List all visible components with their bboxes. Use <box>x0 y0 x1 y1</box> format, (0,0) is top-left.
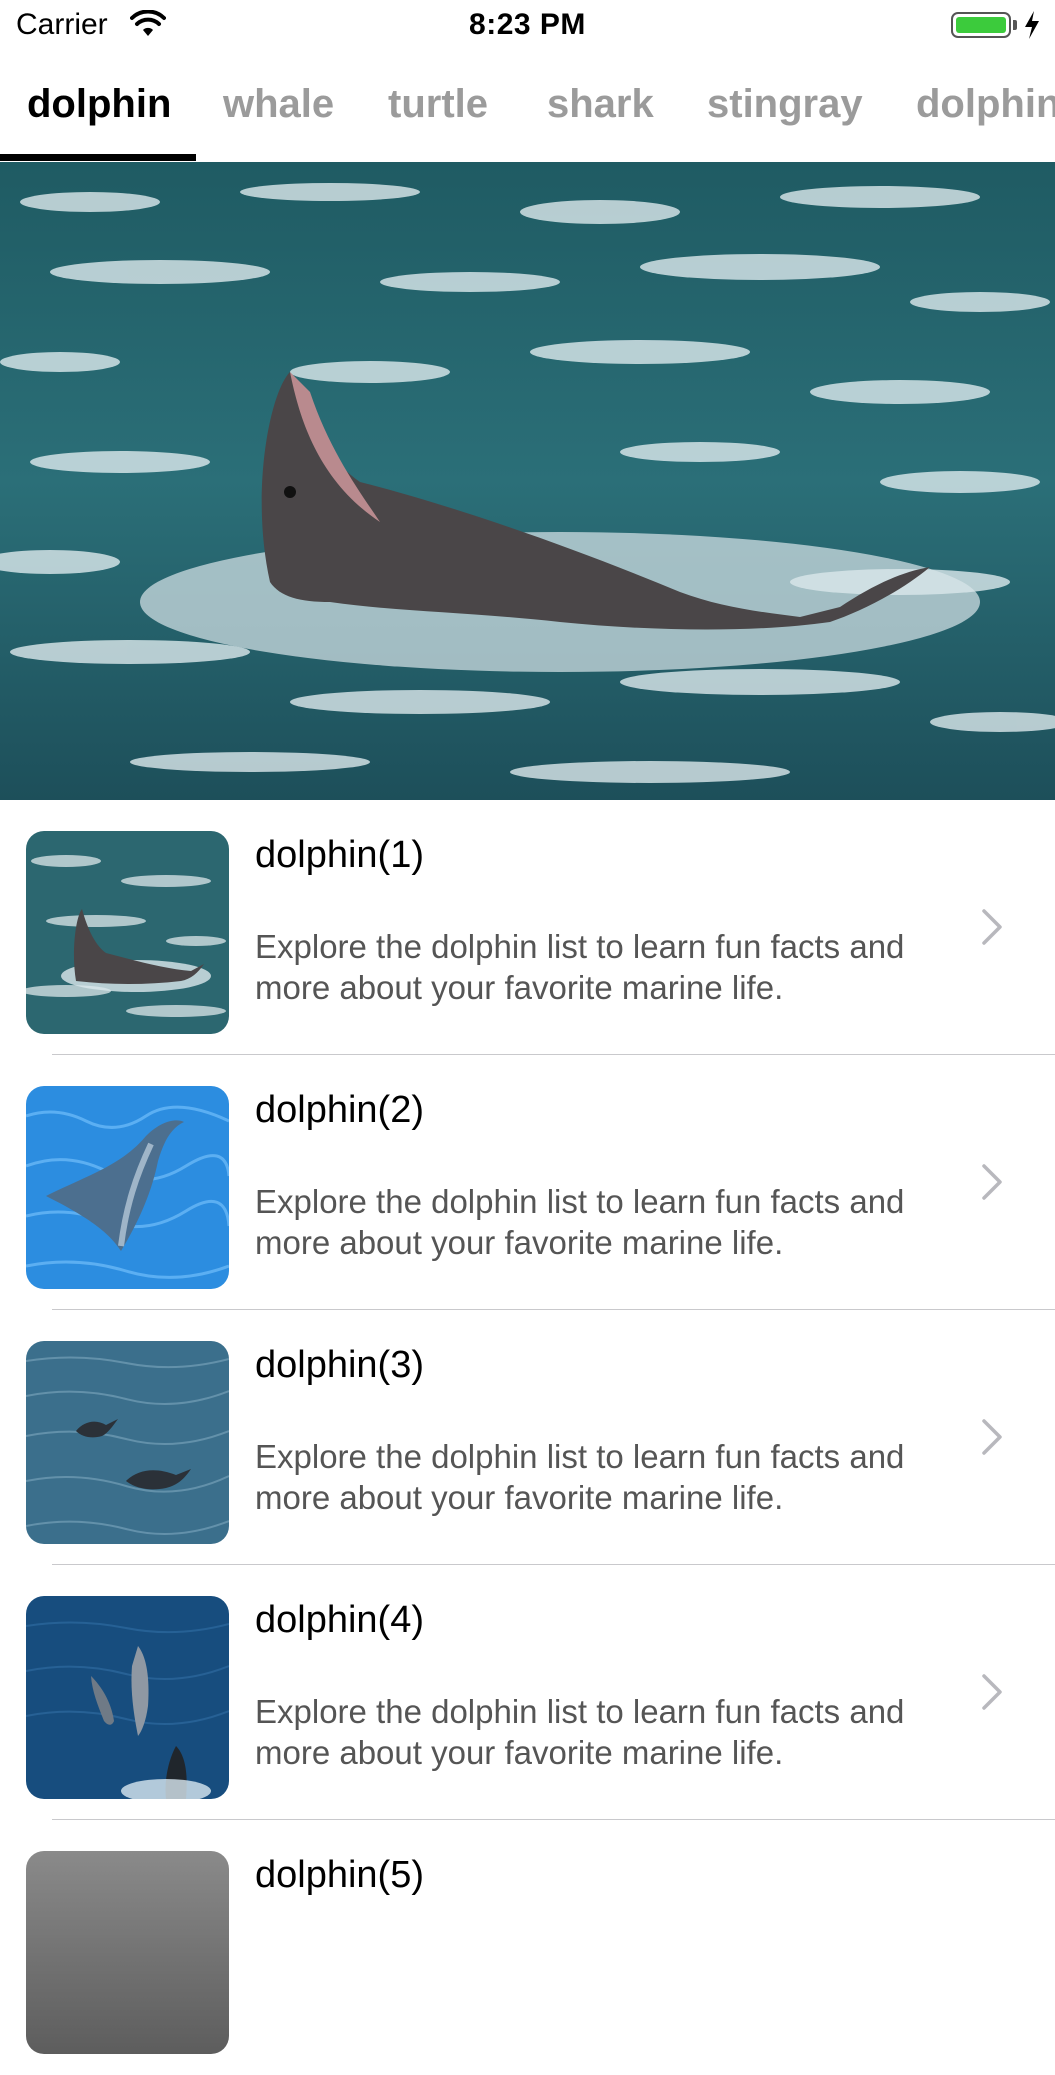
thumbnail-image <box>26 1086 229 1289</box>
list-item-description: Explore the dolphin list to learn fun fa… <box>255 1183 905 1261</box>
thumbnail-image <box>26 1596 229 1799</box>
chevron-right-icon <box>980 1163 1004 1206</box>
tab-indicator <box>0 154 196 161</box>
list-item[interactable]: dolphin(5) <box>0 1820 1055 2075</box>
thumbnail-image <box>26 1341 229 1544</box>
status-time: 8:23 PM <box>469 8 586 41</box>
list-item-title: dolphin(1) <box>255 834 424 876</box>
battery-icon <box>951 12 1011 38</box>
battery-nub <box>1013 20 1017 30</box>
tab-dolphin-2[interactable]: dolphin <box>916 82 1055 127</box>
charging-bolt-icon <box>1023 10 1041 45</box>
list-item[interactable]: dolphin(4) Explore the dolphin list to l… <box>0 1565 1055 1820</box>
tab-shark[interactable]: shark <box>547 82 654 127</box>
tab-dolphin[interactable]: dolphin <box>27 82 171 127</box>
list-item-title: dolphin(3) <box>255 1344 424 1386</box>
status-bar: Carrier 8:23 PM <box>0 0 1055 54</box>
tab-turtle[interactable]: turtle <box>388 82 488 127</box>
list-item[interactable]: dolphin(3) Explore the dolphin list to l… <box>0 1310 1055 1565</box>
chevron-right-icon <box>980 908 1004 951</box>
thumbnail-image <box>26 831 229 1034</box>
chevron-right-icon <box>980 1418 1004 1461</box>
list-item-description: Explore the dolphin list to learn fun fa… <box>255 928 905 1006</box>
list-item-title: dolphin(2) <box>255 1089 424 1131</box>
tab-whale[interactable]: whale <box>223 82 334 127</box>
list-item[interactable]: dolphin(2) Explore the dolphin list to l… <box>0 1055 1055 1310</box>
hero-image <box>0 162 1055 800</box>
category-tab-bar: dolphin whale turtle shark stingray dolp… <box>0 66 1055 162</box>
tab-stingray[interactable]: stingray <box>707 82 863 127</box>
chevron-right-icon <box>980 1673 1004 1716</box>
list-item-description: Explore the dolphin list to learn fun fa… <box>255 1438 905 1516</box>
list-item-title: dolphin(5) <box>255 1854 424 1896</box>
list-item-title: dolphin(4) <box>255 1599 424 1641</box>
list-item-description: Explore the dolphin list to learn fun fa… <box>255 1693 905 1771</box>
list-item[interactable]: dolphin(1) Explore the dolphin list to l… <box>0 800 1055 1055</box>
thumbnail-image <box>26 1851 229 2054</box>
